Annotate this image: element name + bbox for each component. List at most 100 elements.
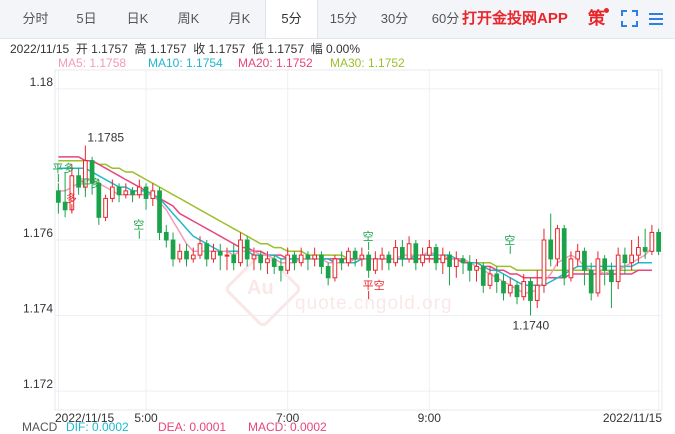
candle-body bbox=[265, 258, 270, 264]
y-tick-label: 1.18 bbox=[30, 75, 54, 89]
candle bbox=[588, 262, 594, 301]
candle-body bbox=[332, 258, 338, 279]
candle bbox=[460, 255, 466, 274]
candle bbox=[123, 183, 129, 199]
candle bbox=[555, 224, 560, 267]
trade-signal: 平多 bbox=[79, 176, 101, 190]
candle-body bbox=[305, 254, 311, 260]
candle-body bbox=[298, 254, 304, 264]
candle-body bbox=[440, 254, 446, 264]
candle-body bbox=[406, 243, 412, 260]
candle bbox=[56, 183, 61, 214]
candle bbox=[143, 183, 149, 210]
candle bbox=[615, 247, 621, 290]
candle bbox=[649, 224, 655, 256]
candle bbox=[325, 262, 331, 286]
macd-legend: MACD: 0.0002 bbox=[248, 420, 327, 434]
candle-body bbox=[507, 284, 513, 294]
candle-body bbox=[575, 250, 581, 260]
candle bbox=[217, 243, 223, 271]
candle-body bbox=[325, 265, 331, 279]
low-label: 1.1740 bbox=[512, 319, 549, 333]
candle bbox=[561, 224, 567, 286]
candle bbox=[319, 251, 324, 274]
candle bbox=[399, 240, 405, 267]
candle bbox=[447, 251, 452, 286]
candle-body bbox=[190, 254, 196, 260]
candle-body bbox=[426, 247, 432, 256]
trade-signal: 平空 bbox=[363, 278, 385, 292]
candle bbox=[548, 213, 554, 267]
x-tick-label: 9:00 bbox=[418, 411, 442, 425]
candle bbox=[514, 281, 520, 305]
candle bbox=[501, 274, 506, 301]
candle-body bbox=[271, 258, 277, 267]
candle bbox=[103, 194, 108, 222]
candle bbox=[157, 187, 162, 240]
candle bbox=[366, 251, 371, 278]
candle bbox=[238, 232, 243, 267]
candle-body bbox=[656, 231, 661, 252]
candle bbox=[413, 240, 419, 271]
candle-body bbox=[244, 239, 250, 260]
y-tick-label: 1.174 bbox=[23, 302, 53, 316]
candle-body bbox=[582, 250, 587, 271]
candle-body bbox=[319, 254, 324, 267]
annotations: 1.17851.1740平多多平多空空平空空 bbox=[52, 131, 549, 333]
y-tick-label: 1.172 bbox=[23, 377, 53, 391]
candle-body bbox=[224, 254, 230, 257]
candle-body bbox=[373, 258, 378, 271]
candle bbox=[204, 240, 210, 267]
candle-body bbox=[447, 254, 452, 267]
candle bbox=[379, 247, 385, 271]
candle bbox=[480, 262, 486, 293]
candle-body bbox=[231, 254, 237, 264]
candle-body bbox=[136, 186, 142, 196]
candle-body bbox=[123, 190, 129, 196]
candle bbox=[440, 247, 446, 274]
candle-body bbox=[528, 281, 533, 301]
trade-signal: 空 bbox=[363, 229, 374, 243]
candle-body bbox=[292, 254, 297, 264]
candle bbox=[244, 236, 250, 267]
candle bbox=[420, 247, 425, 267]
candle-body bbox=[548, 239, 554, 260]
candle-body bbox=[595, 258, 601, 294]
candle-body bbox=[420, 254, 425, 264]
candle-body bbox=[480, 265, 486, 286]
candle-body bbox=[184, 250, 189, 260]
candle-body bbox=[622, 254, 628, 264]
candle bbox=[534, 270, 540, 308]
candlestick-chart[interactable]: 1.181.1761.1741.1722022/11/15 5:00 7:00 9:0… bbox=[0, 0, 675, 430]
candle-body bbox=[379, 254, 385, 260]
candle bbox=[467, 255, 473, 282]
candle bbox=[528, 277, 533, 316]
candle-body bbox=[649, 231, 655, 252]
candle-body bbox=[116, 186, 122, 196]
candle-body bbox=[312, 254, 318, 260]
candle bbox=[177, 243, 183, 263]
candle-body bbox=[460, 258, 466, 264]
candle bbox=[292, 251, 297, 271]
candle bbox=[656, 228, 661, 256]
candle-body bbox=[413, 243, 419, 264]
candle-body bbox=[130, 190, 135, 196]
candle-body bbox=[211, 250, 216, 260]
candle-body bbox=[393, 247, 398, 264]
candle bbox=[312, 247, 318, 267]
candle bbox=[433, 243, 439, 271]
candle-body bbox=[501, 281, 506, 294]
candle-body bbox=[602, 258, 608, 271]
candle-body bbox=[629, 254, 635, 264]
trade-signal: 多 bbox=[66, 191, 77, 205]
candle bbox=[136, 179, 142, 199]
dea-legend: DEA: 0.0001 bbox=[158, 420, 227, 434]
candle-body bbox=[514, 284, 520, 298]
dif-legend: DIF: 0.0002 bbox=[66, 420, 129, 434]
candle bbox=[163, 224, 169, 248]
trade-signal: 平多 bbox=[52, 161, 74, 175]
candle-body bbox=[346, 250, 351, 264]
y-tick-label: 1.176 bbox=[23, 226, 53, 240]
candle bbox=[339, 251, 344, 271]
candle-body bbox=[487, 273, 493, 286]
